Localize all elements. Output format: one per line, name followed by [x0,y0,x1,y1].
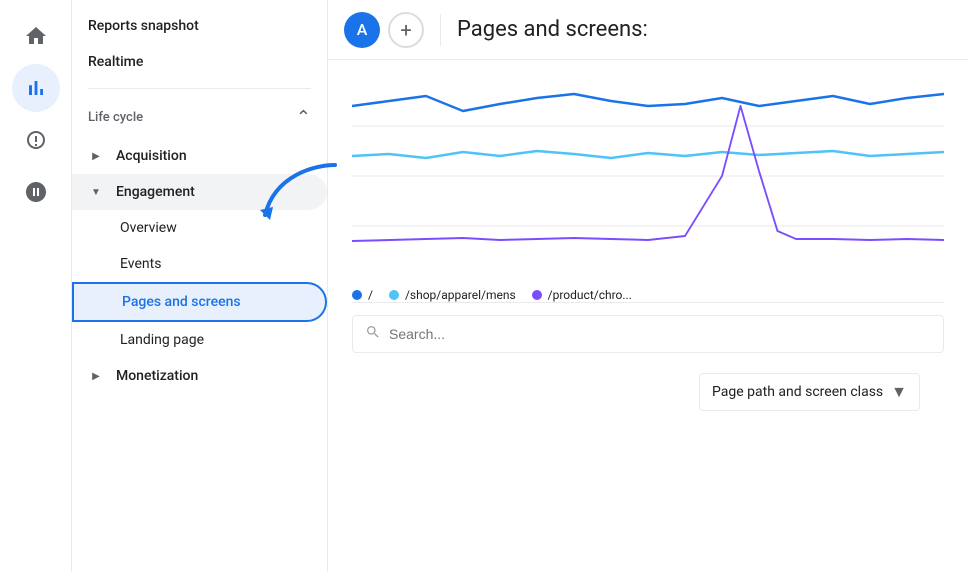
nav-acquisition[interactable]: ▶ Acquisition [72,138,327,174]
chart-container: 07Apr 14 [352,76,944,276]
dropdown-label: Page path and screen class [712,384,883,400]
lifecycle-chevron-up-icon: ⌃ [296,107,311,128]
search-icon [365,324,381,344]
nav-acquisition-label: Acquisition [116,148,187,164]
page-title: Pages and screens: [457,17,648,42]
nav-monetization-label: Monetization [116,368,198,384]
legend-dot-product [532,290,542,300]
nav-realtime-label: Realtime [88,54,143,70]
nav-landing-page-label: Landing page [120,332,204,348]
nav-monetization[interactable]: ▶ Monetization [72,358,327,394]
add-icon: + [400,18,411,42]
sidebar-icon-insights[interactable] [12,116,60,164]
nav-realtime[interactable]: Realtime [72,44,327,80]
nav-overview[interactable]: Overview [72,210,327,246]
legend-item-shop: /shop/apparel/mens [389,288,516,302]
header-divider [440,14,441,46]
lifecycle-section-header[interactable]: Life cycle ⌃ [72,97,327,138]
legend-label-shop: /shop/apparel/mens [405,288,516,302]
engagement-chevron-icon: ▼ [88,187,104,198]
nav-pages-and-screens-label: Pages and screens [122,294,241,310]
avatar[interactable]: A [344,12,380,48]
monetization-chevron-icon: ▶ [88,371,104,382]
legend-dot-shop [389,290,399,300]
chart-area: 07Apr 14 / /shop/apparel/mens /product/c… [328,60,968,572]
dimension-dropdown[interactable]: Page path and screen class ▼ [699,373,920,411]
header-bar: A + Pages and screens: [328,0,968,60]
acquisition-chevron-icon: ▶ [88,151,104,162]
nav-reports-snapshot-label: Reports snapshot [88,18,199,34]
sidebar-icon-advertising[interactable] [12,168,60,216]
legend-label-product: /product/chro... [548,288,632,302]
add-report-button[interactable]: + [388,12,424,48]
main-content: A + Pages and screens: 07 [328,0,968,572]
dropdown-arrow-icon: ▼ [891,382,907,402]
search-area [352,302,944,365]
search-input[interactable] [389,326,589,342]
legend-label-root: / [368,288,373,302]
nav-engagement[interactable]: ▼ Engagement [72,174,327,210]
nav-sidebar: Reports snapshot Realtime Life cycle ⌃ ▶… [72,0,328,572]
nav-events-label: Events [120,256,161,272]
nav-landing-page[interactable]: Landing page [72,322,327,358]
legend-item-root: / [352,288,373,302]
nav-pages-and-screens[interactable]: Pages and screens [72,282,327,322]
dropdown-area: Page path and screen class ▼ [352,365,944,419]
chart-legend: / /shop/apparel/mens /product/chro... [352,288,944,302]
avatar-letter: A [357,20,368,39]
nav-engagement-label: Engagement [116,184,195,200]
search-box[interactable] [352,315,944,353]
nav-separator-1 [88,88,311,89]
nav-reports-snapshot[interactable]: Reports snapshot [72,8,327,44]
icon-sidebar [0,0,72,572]
sidebar-icon-home[interactable] [12,12,60,60]
sidebar-icon-analytics[interactable] [12,64,60,112]
nav-overview-label: Overview [120,220,177,236]
legend-dot-root [352,290,362,300]
legend-item-product: /product/chro... [532,288,632,302]
chart-svg [352,76,944,276]
lifecycle-label: Life cycle [88,110,143,125]
nav-events[interactable]: Events [72,246,327,282]
